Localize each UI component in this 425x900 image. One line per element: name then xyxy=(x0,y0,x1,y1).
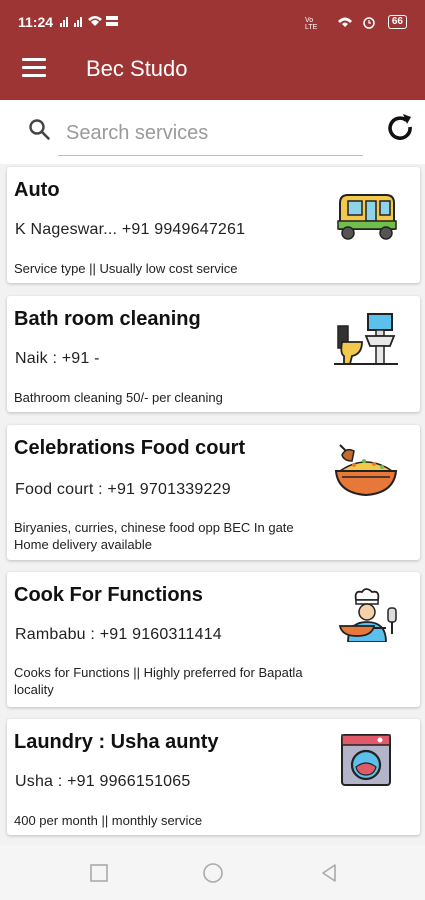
svg-text:Vo: Vo xyxy=(305,17,313,24)
washing-machine-icon xyxy=(341,734,391,786)
service-card-cook-for-functions[interactable]: Cook For Functions Rambabu : +91 9160311… xyxy=(7,572,420,707)
card-title: Auto xyxy=(14,179,60,201)
recents-button[interactable] xyxy=(88,862,110,884)
status-time: 11:24 xyxy=(18,14,54,30)
status-bar: 11:24 Vo LTE 66 xyxy=(0,0,425,40)
card-description: Bathroom cleaning 50/- per cleaning xyxy=(14,390,223,405)
auto-rickshaw-icon xyxy=(337,194,397,240)
alarm-icon xyxy=(363,17,376,29)
battery-level: 66 xyxy=(391,15,403,27)
app-title: Bec Studo xyxy=(86,56,188,81)
card-description: Biryanies, curries, chinese food opp BEC… xyxy=(14,520,294,552)
wifi-call-icon xyxy=(337,17,352,27)
status-right-icons: Vo LTE 66 xyxy=(305,13,407,31)
card-contact: Naik : +91 - xyxy=(15,350,100,367)
card-contact: Rambabu : +91 9160311414 xyxy=(15,626,222,643)
home-button[interactable] xyxy=(202,862,224,884)
card-title: Cook For Functions xyxy=(14,584,203,606)
card-description: 400 per month || monthly service xyxy=(14,813,203,828)
card-description: Cooks for Functions || Highly preferred … xyxy=(14,665,303,697)
search-input[interactable] xyxy=(58,112,363,156)
signal-wifi-icons xyxy=(60,16,118,27)
card-contact: Food court : +91 9701339229 xyxy=(15,481,231,498)
service-card-laundry[interactable]: Laundry : Usha aunty Usha : +91 99661510… xyxy=(7,719,420,835)
service-card-celebrations-food-court[interactable]: Celebrations Food court Food court : +91… xyxy=(7,425,420,560)
app-bar: Bec Studo xyxy=(0,40,425,100)
battery-icon: 66 xyxy=(387,14,407,29)
system-nav-bar xyxy=(0,845,425,900)
volte-icon: Vo LTE xyxy=(305,17,318,31)
card-title: Laundry : Usha aunty xyxy=(14,731,219,753)
svg-text:LTE: LTE xyxy=(305,24,318,29)
menu-icon[interactable] xyxy=(22,58,46,78)
card-description: Service type || Usually low cost service xyxy=(14,261,238,276)
back-button[interactable] xyxy=(318,862,340,884)
service-card-auto[interactable]: Auto K Nageswar... +91 9949647261 Servic… xyxy=(7,167,420,283)
biryani-bowl-icon xyxy=(334,444,398,497)
refresh-icon[interactable] xyxy=(384,112,416,144)
card-title: Celebrations Food court xyxy=(14,437,246,459)
chef-icon xyxy=(338,588,397,642)
search-icon xyxy=(29,119,50,140)
card-contact: Usha : +91 9966151065 xyxy=(15,773,191,790)
bathroom-icon xyxy=(334,313,398,365)
service-card-bathroom-cleaning[interactable]: Bath room cleaning Naik : +91 - Bathroom… xyxy=(7,296,420,412)
card-contact: K Nageswar... +91 9949647261 xyxy=(15,221,246,238)
card-title: Bath room cleaning xyxy=(14,308,201,330)
